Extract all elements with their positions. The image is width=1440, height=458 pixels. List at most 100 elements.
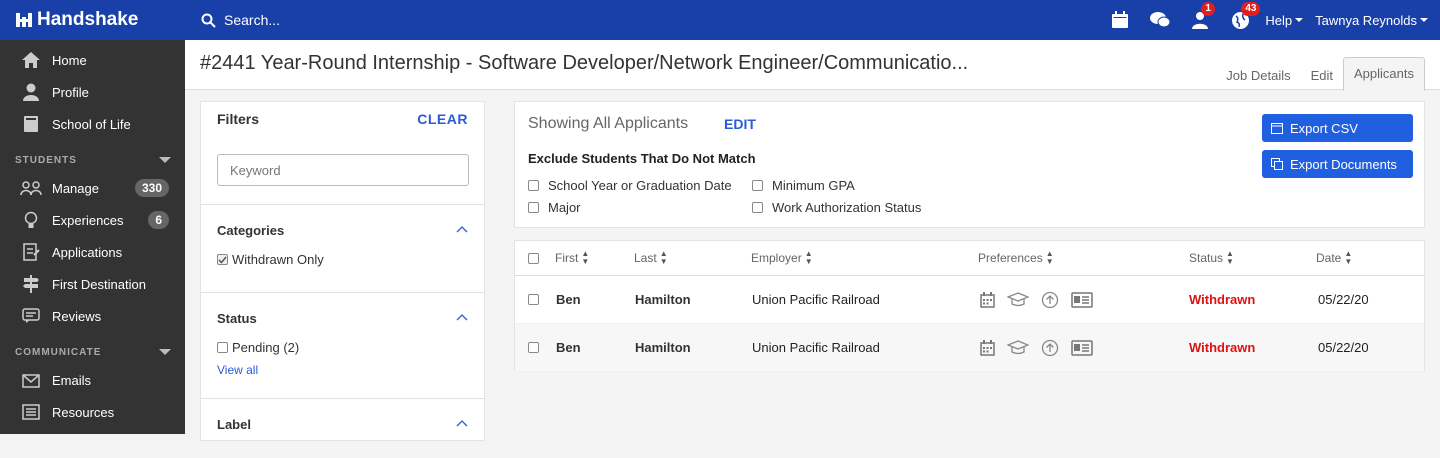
sidebar-item-school-of-life[interactable]: School of Life <box>0 108 185 140</box>
select-all-checkbox[interactable] <box>528 252 539 264</box>
sidebar-item-resources[interactable]: Resources <box>0 396 185 428</box>
network-badge: 43 <box>1241 2 1261 16</box>
column-last[interactable]: Last ▲ ▼ <box>634 241 668 275</box>
caret-down-icon <box>159 157 171 163</box>
last-name-cell[interactable]: Hamilton <box>635 276 691 323</box>
withdrawn-only-checkbox[interactable] <box>217 254 228 265</box>
withdrawn-only-checkbox-row[interactable]: Withdrawn Only <box>217 252 468 267</box>
edit-link[interactable]: EDIT <box>724 116 756 132</box>
sidebar-item-first-destination[interactable]: First Destination <box>0 268 185 300</box>
id-card-icon <box>1071 291 1093 308</box>
lightbulb-icon <box>20 210 42 230</box>
sidebar-item-emails[interactable]: Emails <box>0 364 185 396</box>
messages-button[interactable] <box>1145 0 1175 40</box>
count-badge: 330 <box>134 179 169 197</box>
column-label: Date <box>1316 251 1342 265</box>
book-icon <box>20 114 42 134</box>
table-row[interactable]: Ben Hamilton Union Pacific Railroad With… <box>515 276 1424 324</box>
status-cell: Withdrawn <box>1189 340 1256 355</box>
arrow-up-circle-icon <box>1041 291 1059 308</box>
pending-checkbox-row[interactable]: Pending (2) <box>217 340 468 355</box>
sidebar-section-communicate[interactable]: COMMUNICATE <box>0 340 185 364</box>
sidebar-item-label: First Destination <box>52 276 146 292</box>
pending-label: Pending (2) <box>232 340 300 355</box>
sidebar-item-label: Emails <box>52 372 92 388</box>
first-name-cell[interactable]: Ben <box>556 276 581 323</box>
sort-icon: ▲ ▼ <box>1226 249 1234 266</box>
option-label: Minimum GPA <box>772 178 855 193</box>
row-checkbox[interactable] <box>528 294 539 305</box>
option-major[interactable]: Major <box>528 200 581 215</box>
clear-filters-button[interactable]: CLEAR <box>417 111 468 127</box>
graduation-cap-icon <box>1007 291 1029 306</box>
date-cell: 05/22/20 <box>1318 292 1369 307</box>
table-row[interactable]: Ben Hamilton Union Pacific Railroad With… <box>515 324 1424 372</box>
sidebar-item-label: Applications <box>52 244 123 260</box>
network-button[interactable]: 43 <box>1225 0 1261 40</box>
top-navigation-bar: Handshake Search... 1 43 Help Tawnya Rey… <box>0 0 1440 40</box>
column-label: Status <box>1189 251 1224 265</box>
column-preferences[interactable]: Preferences ▲ ▼ <box>978 241 1054 275</box>
option-work-authorization[interactable]: Work Authorization Status <box>752 200 921 215</box>
page-header: #2441 Year-Round Internship - Software D… <box>185 40 1440 91</box>
option-school-year[interactable]: School Year or Graduation Date <box>528 178 732 193</box>
tab-job-details[interactable]: Job Details <box>1216 60 1300 91</box>
user-menu[interactable]: Tawnya Reynolds <box>1315 13 1428 28</box>
column-status[interactable]: Status ▲ ▼ <box>1189 241 1234 275</box>
view-all-link[interactable]: View all <box>217 363 468 377</box>
column-first[interactable]: First ▲ ▼ <box>555 241 589 275</box>
newspaper-icon <box>20 402 42 422</box>
search-placeholder: Search... <box>224 12 281 28</box>
row-checkbox[interactable] <box>528 342 539 353</box>
handshake-logo[interactable]: Handshake <box>0 0 185 40</box>
sidebar-item-experiences[interactable]: Experiences 6 <box>0 204 185 236</box>
chevron-up-icon[interactable] <box>456 419 468 427</box>
option-label: School Year or Graduation Date <box>548 178 732 193</box>
sidebar-section-students[interactable]: STUDENTS <box>0 148 185 172</box>
keyword-input[interactable]: Keyword <box>217 154 469 186</box>
help-menu[interactable]: Help <box>1265 13 1304 28</box>
notifications-button[interactable]: 1 <box>1185 0 1215 40</box>
sort-icon: ▲ ▼ <box>1344 249 1353 266</box>
school-year-checkbox[interactable] <box>528 180 539 191</box>
option-minimum-gpa[interactable]: Minimum GPA <box>752 178 855 193</box>
chevron-up-icon[interactable] <box>456 225 468 233</box>
filters-panel: Filters CLEAR Keyword Categories Withdra… <box>200 101 485 441</box>
sidebar-item-applications[interactable]: Applications <box>0 236 185 268</box>
chat-bubbles-icon <box>1150 12 1171 28</box>
showing-title: Showing All Applicants <box>528 115 689 132</box>
chevron-up-icon[interactable] <box>456 313 468 321</box>
last-name-cell[interactable]: Hamilton <box>635 324 691 371</box>
signpost-icon <box>20 274 42 294</box>
sidebar-item-label: Reviews <box>52 308 102 324</box>
user-name: Tawnya Reynolds <box>1315 12 1417 28</box>
export-csv-button[interactable]: Export CSV <box>1262 114 1413 142</box>
sidebar-item-manage[interactable]: Manage 330 <box>0 172 185 204</box>
sidebar-item-reviews[interactable]: Reviews <box>0 300 185 332</box>
export-documents-button[interactable]: Export Documents <box>1262 150 1413 178</box>
column-label: First <box>555 251 579 265</box>
calendar-button[interactable] <box>1105 0 1135 40</box>
column-employer[interactable]: Employer ▲ ▼ <box>751 241 813 275</box>
column-label: Employer <box>751 251 802 265</box>
copy-documents-icon <box>1271 158 1283 170</box>
sidebar-item-home[interactable]: Home <box>0 44 185 76</box>
column-label: Last <box>634 251 657 265</box>
label-title: Label <box>217 417 251 432</box>
major-checkbox[interactable] <box>528 202 539 213</box>
exclude-title: Exclude Students That Do Not Match <box>528 151 756 166</box>
tab-applicants[interactable]: Applicants <box>1343 57 1425 91</box>
sidebar-item-label: School of Life <box>52 116 131 132</box>
column-date[interactable]: Date ▲ ▼ <box>1316 241 1352 275</box>
first-name-cell[interactable]: Ben <box>556 324 581 371</box>
pending-checkbox[interactable] <box>217 342 228 353</box>
id-card-icon <box>1071 339 1093 356</box>
section-title: COMMUNICATE <box>15 346 102 358</box>
calendar-icon <box>980 291 995 308</box>
page-title: #2441 Year-Round Internship - Software D… <box>200 52 969 74</box>
work-authorization-checkbox[interactable] <box>752 202 763 213</box>
global-search[interactable]: Search... <box>201 12 280 28</box>
tab-edit[interactable]: Edit <box>1301 60 1343 91</box>
sidebar-item-profile[interactable]: Profile <box>0 76 185 108</box>
minimum-gpa-checkbox[interactable] <box>752 180 763 191</box>
